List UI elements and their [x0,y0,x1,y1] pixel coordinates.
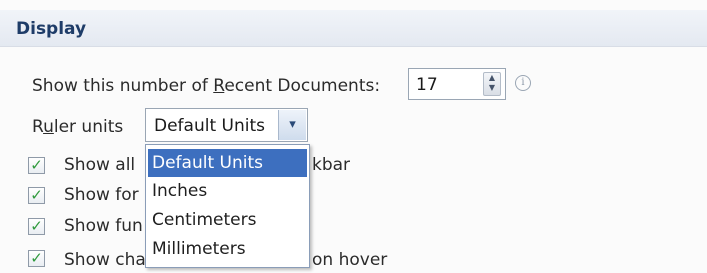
section-header: Display [0,10,707,47]
ruler-units-label-part: R [32,117,44,137]
dropdown-option-centimeters[interactable]: Centimeters [148,206,307,234]
chevron-down-icon[interactable]: ▾ [278,110,306,140]
checkbox-label-show-for: Show for [64,185,139,205]
recent-documents-label: Show this number of Recent Documents: [32,76,380,96]
checkbox-show-fun[interactable]: ✓ [28,218,45,235]
ruler-units-label-rest: ler units [53,117,124,137]
spinner-buttons[interactable]: ▲ ▼ [483,72,501,96]
dropdown-option-default-units[interactable]: Default Units [148,149,307,177]
checkbox-show-cha[interactable]: ✓ [28,250,45,267]
spin-down-icon[interactable]: ▼ [484,83,500,93]
recent-documents-label-accesskey: R [213,76,225,96]
ruler-units-select[interactable]: Default Units ▾ [145,108,308,142]
recent-documents-label-part: Show this number of [32,76,214,96]
options-display-panel: Display Show this number of Recent Docum… [0,0,707,273]
checkbox-label-show-fun: Show fun [64,216,143,236]
recent-documents-spinner[interactable]: 17 ▲ ▼ [408,68,506,100]
checkbox-show-all[interactable]: ✓ [28,157,45,174]
checkbox-label-show-all: Show all [64,155,136,175]
ruler-units-selected-value[interactable]: Default Units [154,116,265,136]
recent-documents-value[interactable]: 17 [416,75,438,95]
info-icon[interactable]: i [515,75,531,91]
ruler-units-dropdown-list: Default Units Inches Centimeters Millime… [145,144,310,268]
recent-documents-label-rest: ecent Documents: [224,76,381,96]
dropdown-option-inches[interactable]: Inches [148,177,307,205]
checkbox-label-show-cha-tail: on hover [312,250,388,270]
ruler-units-label: Ruler units [32,117,123,137]
checkbox-label-show-all-tail: kbar [312,155,351,175]
checkbox-label-show-cha: Show cha [64,250,146,270]
ruler-units-label-accesskey: u [43,117,54,137]
dropdown-option-millimeters[interactable]: Millimeters [148,235,307,263]
section-title: Display [16,19,87,39]
checkbox-show-for[interactable]: ✓ [28,187,45,204]
spin-up-icon[interactable]: ▲ [484,73,500,83]
